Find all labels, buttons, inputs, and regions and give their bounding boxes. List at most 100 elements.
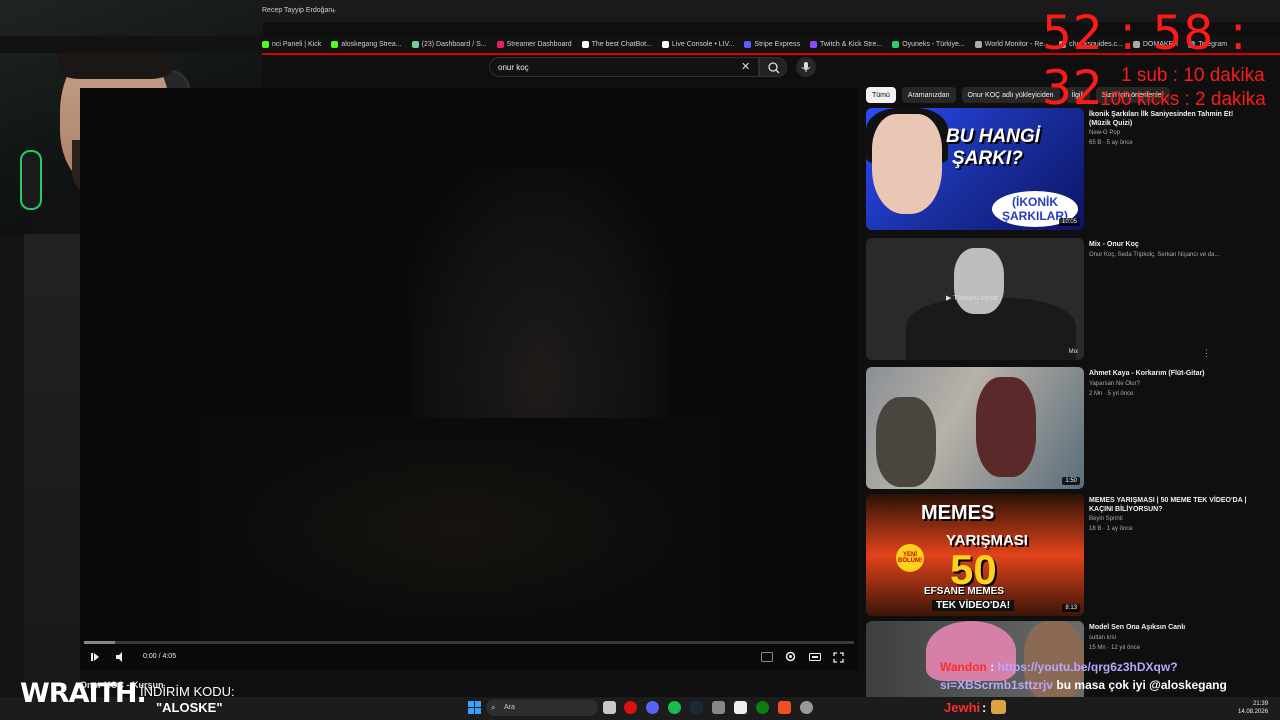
search-button[interactable] [759,57,787,77]
obs-icon[interactable] [800,701,813,714]
recommendation-item[interactable]: MEMES YARIŞMASI 50 EFSANE MEMES TEK VİDE… [866,494,1256,618]
thumbnail-text-5: TEK VİDEO'DA! [932,600,1015,611]
bookmark-label: World Monitor - Re... [984,41,1050,48]
task-view-icon[interactable] [603,701,616,714]
video-progress-track[interactable] [84,641,854,644]
fullscreen-button[interactable] [833,652,844,666]
chat-separator: : [986,660,998,674]
video-frame-guitar [200,418,720,638]
start-button[interactable] [468,701,481,719]
thumbnail-person-left [876,397,936,487]
bookmark-item[interactable]: (23) Dashboard / S... [411,41,487,48]
mix-badge: Mix [1068,349,1078,355]
video-thumbnail[interactable]: 1:50 [866,367,1084,489]
recommendation-item[interactable]: ▶ Tümünü oynat Mix Mix - Onur Koç Onur K… [866,238,1256,362]
chat-emote [991,700,1006,714]
xbox-icon[interactable] [756,701,769,714]
theater-mode-button[interactable] [809,652,821,665]
channel-name[interactable]: Beyin Sprinti [1089,516,1123,522]
thumbnail-person [954,248,1004,314]
bookmark-item[interactable]: World Monitor - Re... [974,41,1050,48]
filter-chip[interactable]: Tümü [866,87,896,103]
chat-message: Wandon : https://youtu.be/qrg6z3hDXqw?si… [940,658,1280,698]
bookmark-icon [744,41,752,48]
more-options-icon[interactable]: ⋮ [1202,348,1211,359]
bookmark-icon [809,41,817,48]
thumbnail-text-4: EFSANE MEMES [924,586,1005,597]
app-icon[interactable] [712,701,725,714]
sponsor-brand: WRAITH. [20,678,147,709]
gear-icon [785,651,796,662]
settings-button[interactable] [785,651,796,665]
bookmark-label: nci Paneli | Kick [272,41,322,48]
bookmark-icon [331,41,339,48]
sponsor-code: "ALOSKE" [156,700,223,715]
taskbar-search[interactable]: Ara [486,699,598,716]
bookmark-item[interactable]: Oyuneks - Türkiye... [892,41,965,48]
bookmark-icon [661,41,669,48]
video-thumbnail[interactable]: ▶ Tümünü oynat Mix [866,238,1084,360]
opera-gx-icon[interactable] [624,701,637,714]
browser-tab-title[interactable]: Recep Tayyip Erdoğan [262,7,332,14]
volume-button[interactable] [115,652,126,665]
clear-search-icon[interactable]: ✕ [741,60,750,73]
capcut-icon[interactable] [734,701,747,714]
bookmark-icon [411,41,419,48]
video-meta: 2 Mn · 5 yıl önce [1089,391,1134,397]
clock-time: 21:39 [1253,701,1269,707]
bookmark-label: The best ChatBot... [591,41,652,48]
bookmark-item[interactable]: Twitch & Kick Stre... [809,41,882,48]
bookmark-icon [262,41,269,48]
recommendation-title[interactable]: Ahmet Kaya - Korkarım (Flüt-Gitar) [1089,369,1254,378]
recommendation-title[interactable]: Mix - Onur Koç [1089,240,1254,249]
search-icon [768,62,780,74]
subtitles-button[interactable] [761,652,773,665]
bookmark-icon [496,41,504,48]
video-progress-fill [84,641,115,644]
bookmark-label: aloskegang Strea... [341,41,402,48]
chat-username: Wandon [940,660,987,674]
spotify-icon[interactable] [668,701,681,714]
channel-name[interactable]: Onur Koç, Seda Tripkolç, Serkan Nişancı … [1089,252,1219,258]
search-icon: ⌕ [491,703,496,712]
thumbnail-face [872,114,942,214]
recommendation-title[interactable]: MEMES YARIŞMASI | 50 MEME TEK VİDEO'DA |… [1089,496,1254,514]
play-button[interactable] [90,652,100,665]
bookmark-icon [974,41,982,48]
channel-name[interactable]: sultan krsi [1089,635,1116,641]
steam-icon[interactable] [690,701,703,714]
bookmark-item[interactable]: Streamer Dashboard [496,41,572,48]
volume-icon [116,652,122,662]
thumbnail-text-2: ŞARKI? [952,148,1023,169]
channel-name[interactable]: New-G Pop [1089,130,1120,136]
thumbnail-badge: YENİ BÖLÜM! [896,544,924,572]
video-thumbnail[interactable]: BU HANGİ ŞARKI? (İKONİK ŞARKILAR) 10:05 [866,108,1084,230]
bookmark-item[interactable]: Live Console • LIV... [661,41,735,48]
bookmark-item[interactable]: aloskegang Strea... [331,41,402,48]
bookmark-item[interactable]: The best ChatBot... [581,41,652,48]
search-input[interactable]: onur koç [489,57,759,77]
play-all-label[interactable]: ▶ Tümünü oynat [946,294,998,302]
discord-icon[interactable] [646,701,659,714]
recommendation-title[interactable]: Model Sen Ona Aşıksın Canlı [1089,623,1254,632]
microphone [20,150,42,210]
left-panel-gradient [24,234,80,694]
filter-chip[interactable]: Aramanızdan [901,87,956,103]
bookmark-item[interactable]: Stripe Express [744,41,800,48]
bookmark-label: Live Console • LIV... [671,41,735,48]
taskbar-clock[interactable]: 21:39 14.08.2026 [1238,700,1268,716]
bookmark-label: Stripe Express [754,41,800,48]
new-tab-icon[interactable]: + [331,6,336,16]
video-meta: 15 Mn · 12 yıl önce [1089,645,1141,651]
bookmark-item[interactable]: nci Paneli | Kick [262,41,321,48]
office-icon[interactable] [778,701,791,714]
video-player[interactable] [80,88,858,670]
recommendation-item[interactable]: BU HANGİ ŞARKI? (İKONİK ŞARKILAR) 10:05 … [866,108,1256,232]
video-thumbnail[interactable]: MEMES YARIŞMASI 50 EFSANE MEMES TEK VİDE… [866,494,1084,616]
recommendation-item[interactable]: 1:50 Ahmet Kaya - Korkarım (Flüt-Gitar) … [866,367,1256,491]
voice-search-button[interactable] [796,57,816,77]
video-time: 0:00 / 4:05 [143,653,177,660]
kick-rule: 100 kicks : 2 dakika [1100,89,1266,110]
channel-name[interactable]: Yaparsan Ne Olur? [1089,381,1140,387]
chat-separator-bottom: : [982,700,987,715]
